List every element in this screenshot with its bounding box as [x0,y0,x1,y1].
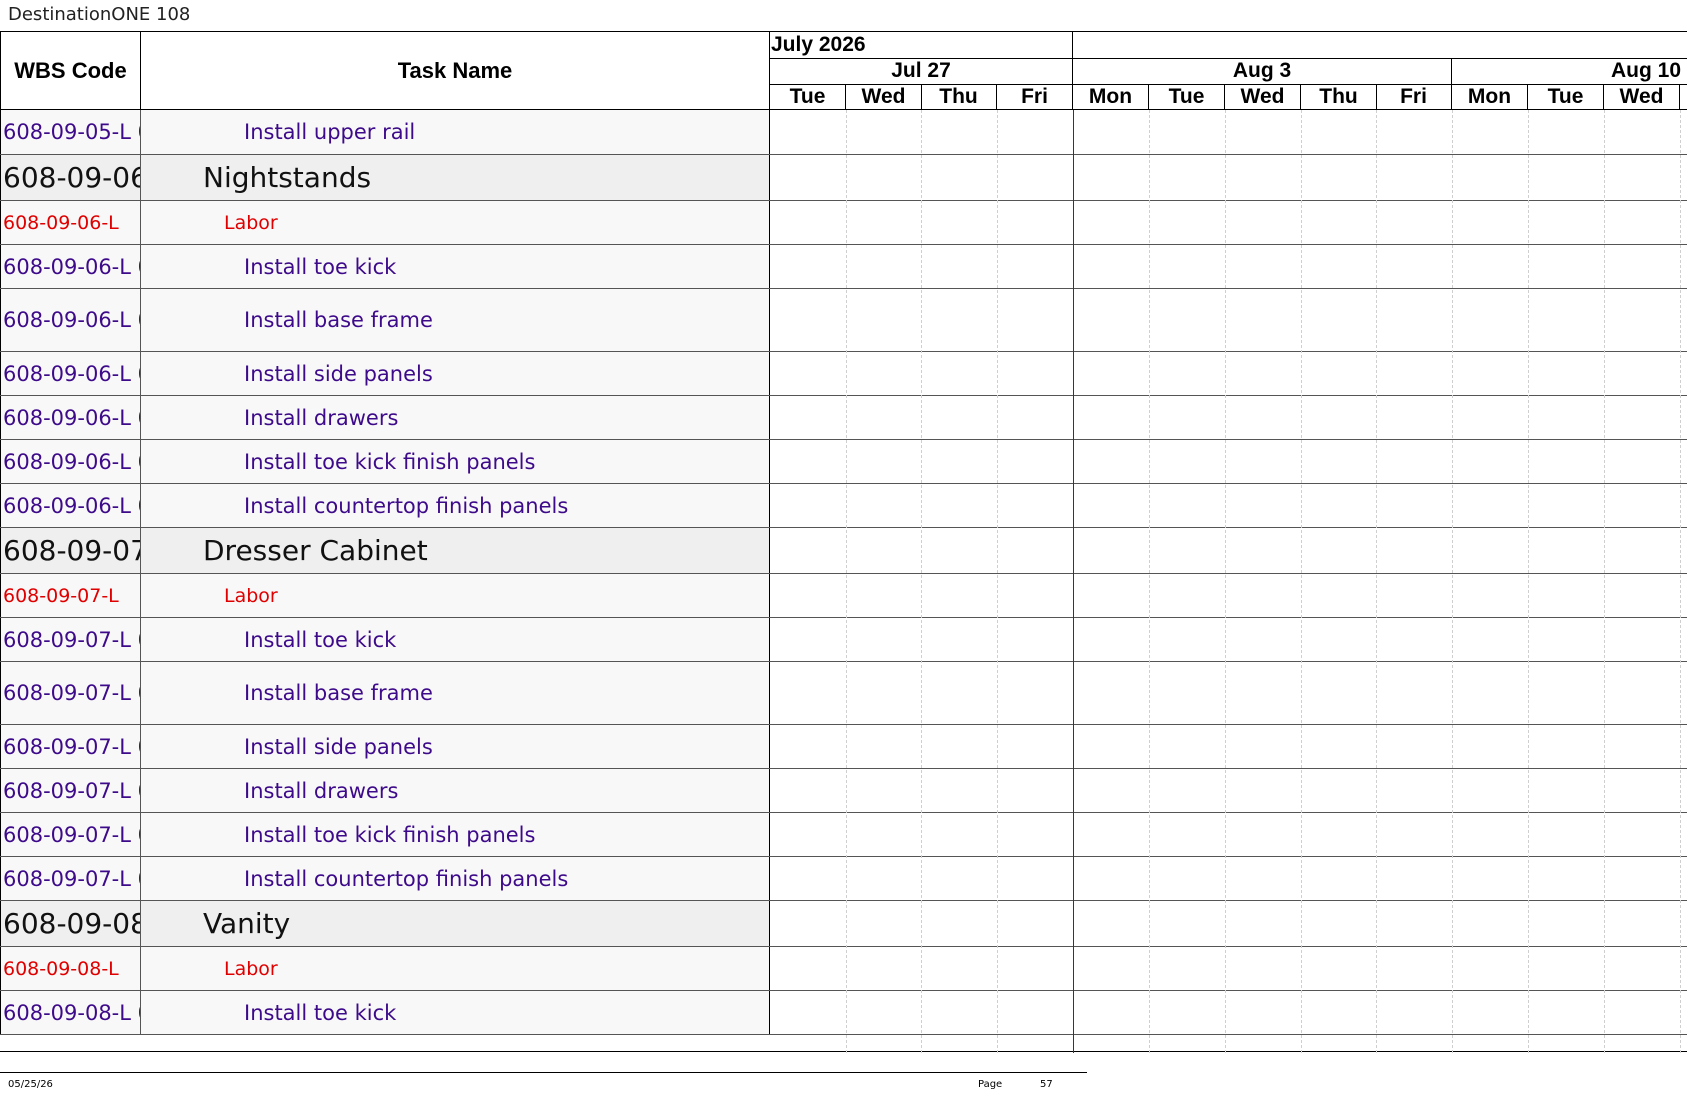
wbs-code-cell[interactable]: 608-09-06-L 0 [0,352,141,395]
timescale-month-cell [1073,32,1687,58]
wbs-code-cell[interactable]: 608-09-07-L 0 [0,662,141,724]
task-name-cell[interactable]: Install drawers [141,769,770,812]
wbs-code-cell[interactable]: 608-09-08-L [0,947,141,990]
timescale-day-cell: Tue [770,84,846,109]
task-name-cell[interactable]: Labor [141,201,770,244]
task-name-cell[interactable]: Install side panels [141,352,770,395]
wbs-code-cell[interactable]: 608-09-06-L 0 [0,396,141,439]
wbs-code-cell[interactable]: 608-09-07-L 0 [0,618,141,661]
task-name-cell[interactable]: Install upper rail [141,110,770,154]
wbs-code-cell[interactable]: 608-09-06-L 0 [0,289,141,351]
timescale-day-cell: Mon [1073,84,1149,109]
wbs-code-cell[interactable]: 608-09-07-L 0 [0,813,141,856]
timescale-day-cell: Tue [1528,84,1604,109]
timescale-day-cell: Fri [997,84,1073,109]
task-name-column-header[interactable]: Task Name [141,32,770,110]
task-name-cell[interactable]: Dresser Cabinet [141,528,770,573]
task-name-cell[interactable]: Install toe kick [141,245,770,288]
timescale-day-cell: Wed [846,84,922,109]
wbs-code-cell[interactable]: 608-09-08-L 0 [0,991,141,1034]
wbs-code-cell[interactable]: 608-09-07-L 0 [0,769,141,812]
task-row[interactable]: 608-09-06-L 0 Install toe kick [0,245,1687,289]
timescale-day-cell: Wed [1225,84,1301,109]
project-title: DestinationONE 108 [8,4,191,25]
wbs-code-cell[interactable]: 608-09-07-L [0,574,141,617]
timescale-week-tier: Jul 27 Aug 3 Aug 10 [770,58,1687,85]
task-row[interactable]: 608-09-05-L 0 Install upper rail [0,110,1687,155]
task-row[interactable]: 608-09-07-L 0 Install side panels [0,725,1687,769]
task-row[interactable]: 608-09-06-L 0 Install countertop finish p… [0,484,1687,528]
task-row[interactable]: 608-09-06-L 0 Install base frame [0,289,1687,352]
timescale-month-tier: July 2026 [770,32,1687,59]
gantt-table: WBS Code Task Name July 2026 Jul 27 Aug … [0,31,1687,1053]
summary-task-row[interactable]: 608-09-07 Dresser Cabinet [0,528,1687,574]
task-name-cell[interactable]: Install countertop finish panels [141,857,770,900]
summary-task-row[interactable]: 608-09-08 Vanity [0,901,1687,947]
timescale-day-cell: Fri [1376,84,1452,109]
task-row[interactable]: 608-09-08-L 0 Install toe kick [0,991,1687,1035]
wbs-code-cell[interactable]: 608-09-06 [0,155,141,200]
task-row[interactable]: 608-09-07-L 0 Install toe kick finish pan… [0,813,1687,857]
labor-task-row[interactable]: 608-09-06-L Labor [0,201,1687,245]
task-row[interactable]: 608-09-06-L 0 Install toe kick finish pan… [0,440,1687,484]
wbs-code-cell[interactable]: 608-09-07-L 0 [0,725,141,768]
task-name-cell[interactable]: Install side panels [141,725,770,768]
wbs-code-cell[interactable]: 608-09-06-L [0,201,141,244]
task-row[interactable]: 608-09-07-L 0 Install countertop finish p… [0,857,1687,901]
task-name-cell[interactable]: Labor [141,574,770,617]
timescale-day-cell: Mon [1452,84,1528,109]
task-row[interactable]: 608-09-06-L 0 Install drawers [0,396,1687,440]
task-name-cell[interactable]: Install base frame [141,662,770,724]
wbs-code-column-header[interactable]: WBS Code [0,32,141,110]
timescale-day-cell: Thu [1301,84,1377,109]
timescale-week-cell: Aug 3 [1073,58,1452,84]
wbs-code-cell[interactable]: 608-09-07-L 0 [0,857,141,900]
footer-page-number: 57 [1040,1079,1053,1090]
timescale-day-tier: Tue Wed Thu Fri Mon Tue Wed Thu Fri Mon Tue Wed [770,84,1687,109]
timescale-day-cell: Wed [1604,84,1680,109]
wbs-code-cell[interactable]: 608-09-06-L 0 [0,440,141,483]
footer-page-label: Page [978,1079,1003,1090]
wbs-code-cell[interactable]: 608-09-07 [0,528,141,573]
task-name-cell[interactable]: Install drawers [141,396,770,439]
task-row[interactable]: 608-09-07-L 0 Install base frame [0,662,1687,725]
labor-task-row[interactable]: 608-09-08-L Labor [0,947,1687,991]
wbs-code-cell[interactable]: 608-09-08 [0,901,141,946]
task-name-cell[interactable]: Install toe kick finish panels [141,440,770,483]
task-name-cell[interactable]: Install toe kick [141,991,770,1034]
task-name-cell[interactable]: Nightstands [141,155,770,200]
task-name-cell[interactable]: Install base frame [141,289,770,351]
task-name-cell[interactable]: Install toe kick finish panels [141,813,770,856]
task-row[interactable]: 608-09-07-L 0 Install toe kick [0,618,1687,662]
task-row[interactable]: 608-09-07-L 0 Install drawers [0,769,1687,813]
task-name-cell[interactable]: Install countertop finish panels [141,484,770,527]
summary-task-row[interactable]: 608-09-06 Nightstands [0,155,1687,201]
task-name-cell[interactable]: Vanity [141,901,770,946]
task-name-cell[interactable]: Install toe kick [141,618,770,661]
timescale-month-cell: July 2026 [770,32,1073,58]
task-name-cell[interactable]: Labor [141,947,770,990]
timescale-day-cell: Thu [921,84,997,109]
footer-print-date: 05/25/26 [8,1079,53,1090]
timescale-week-cell: Jul 27 [770,58,1073,84]
labor-task-row[interactable]: 608-09-07-L Labor [0,574,1687,618]
footer-rule [0,1072,1087,1073]
timescale-header: July 2026 Jul 27 Aug 3 Aug 10 Tue Wed Thu F… [770,32,1687,110]
task-row[interactable]: 608-09-06-L 0 Install side panels [0,352,1687,396]
timescale-week-cell: Aug 10 [1610,59,1681,82]
wbs-code-cell[interactable]: 608-09-06-L 0 [0,484,141,527]
timescale-day-cell: Tue [1149,84,1225,109]
wbs-code-cell[interactable]: 608-09-06-L 0 [0,245,141,288]
wbs-code-cell[interactable]: 608-09-05-L 0 [0,110,141,154]
